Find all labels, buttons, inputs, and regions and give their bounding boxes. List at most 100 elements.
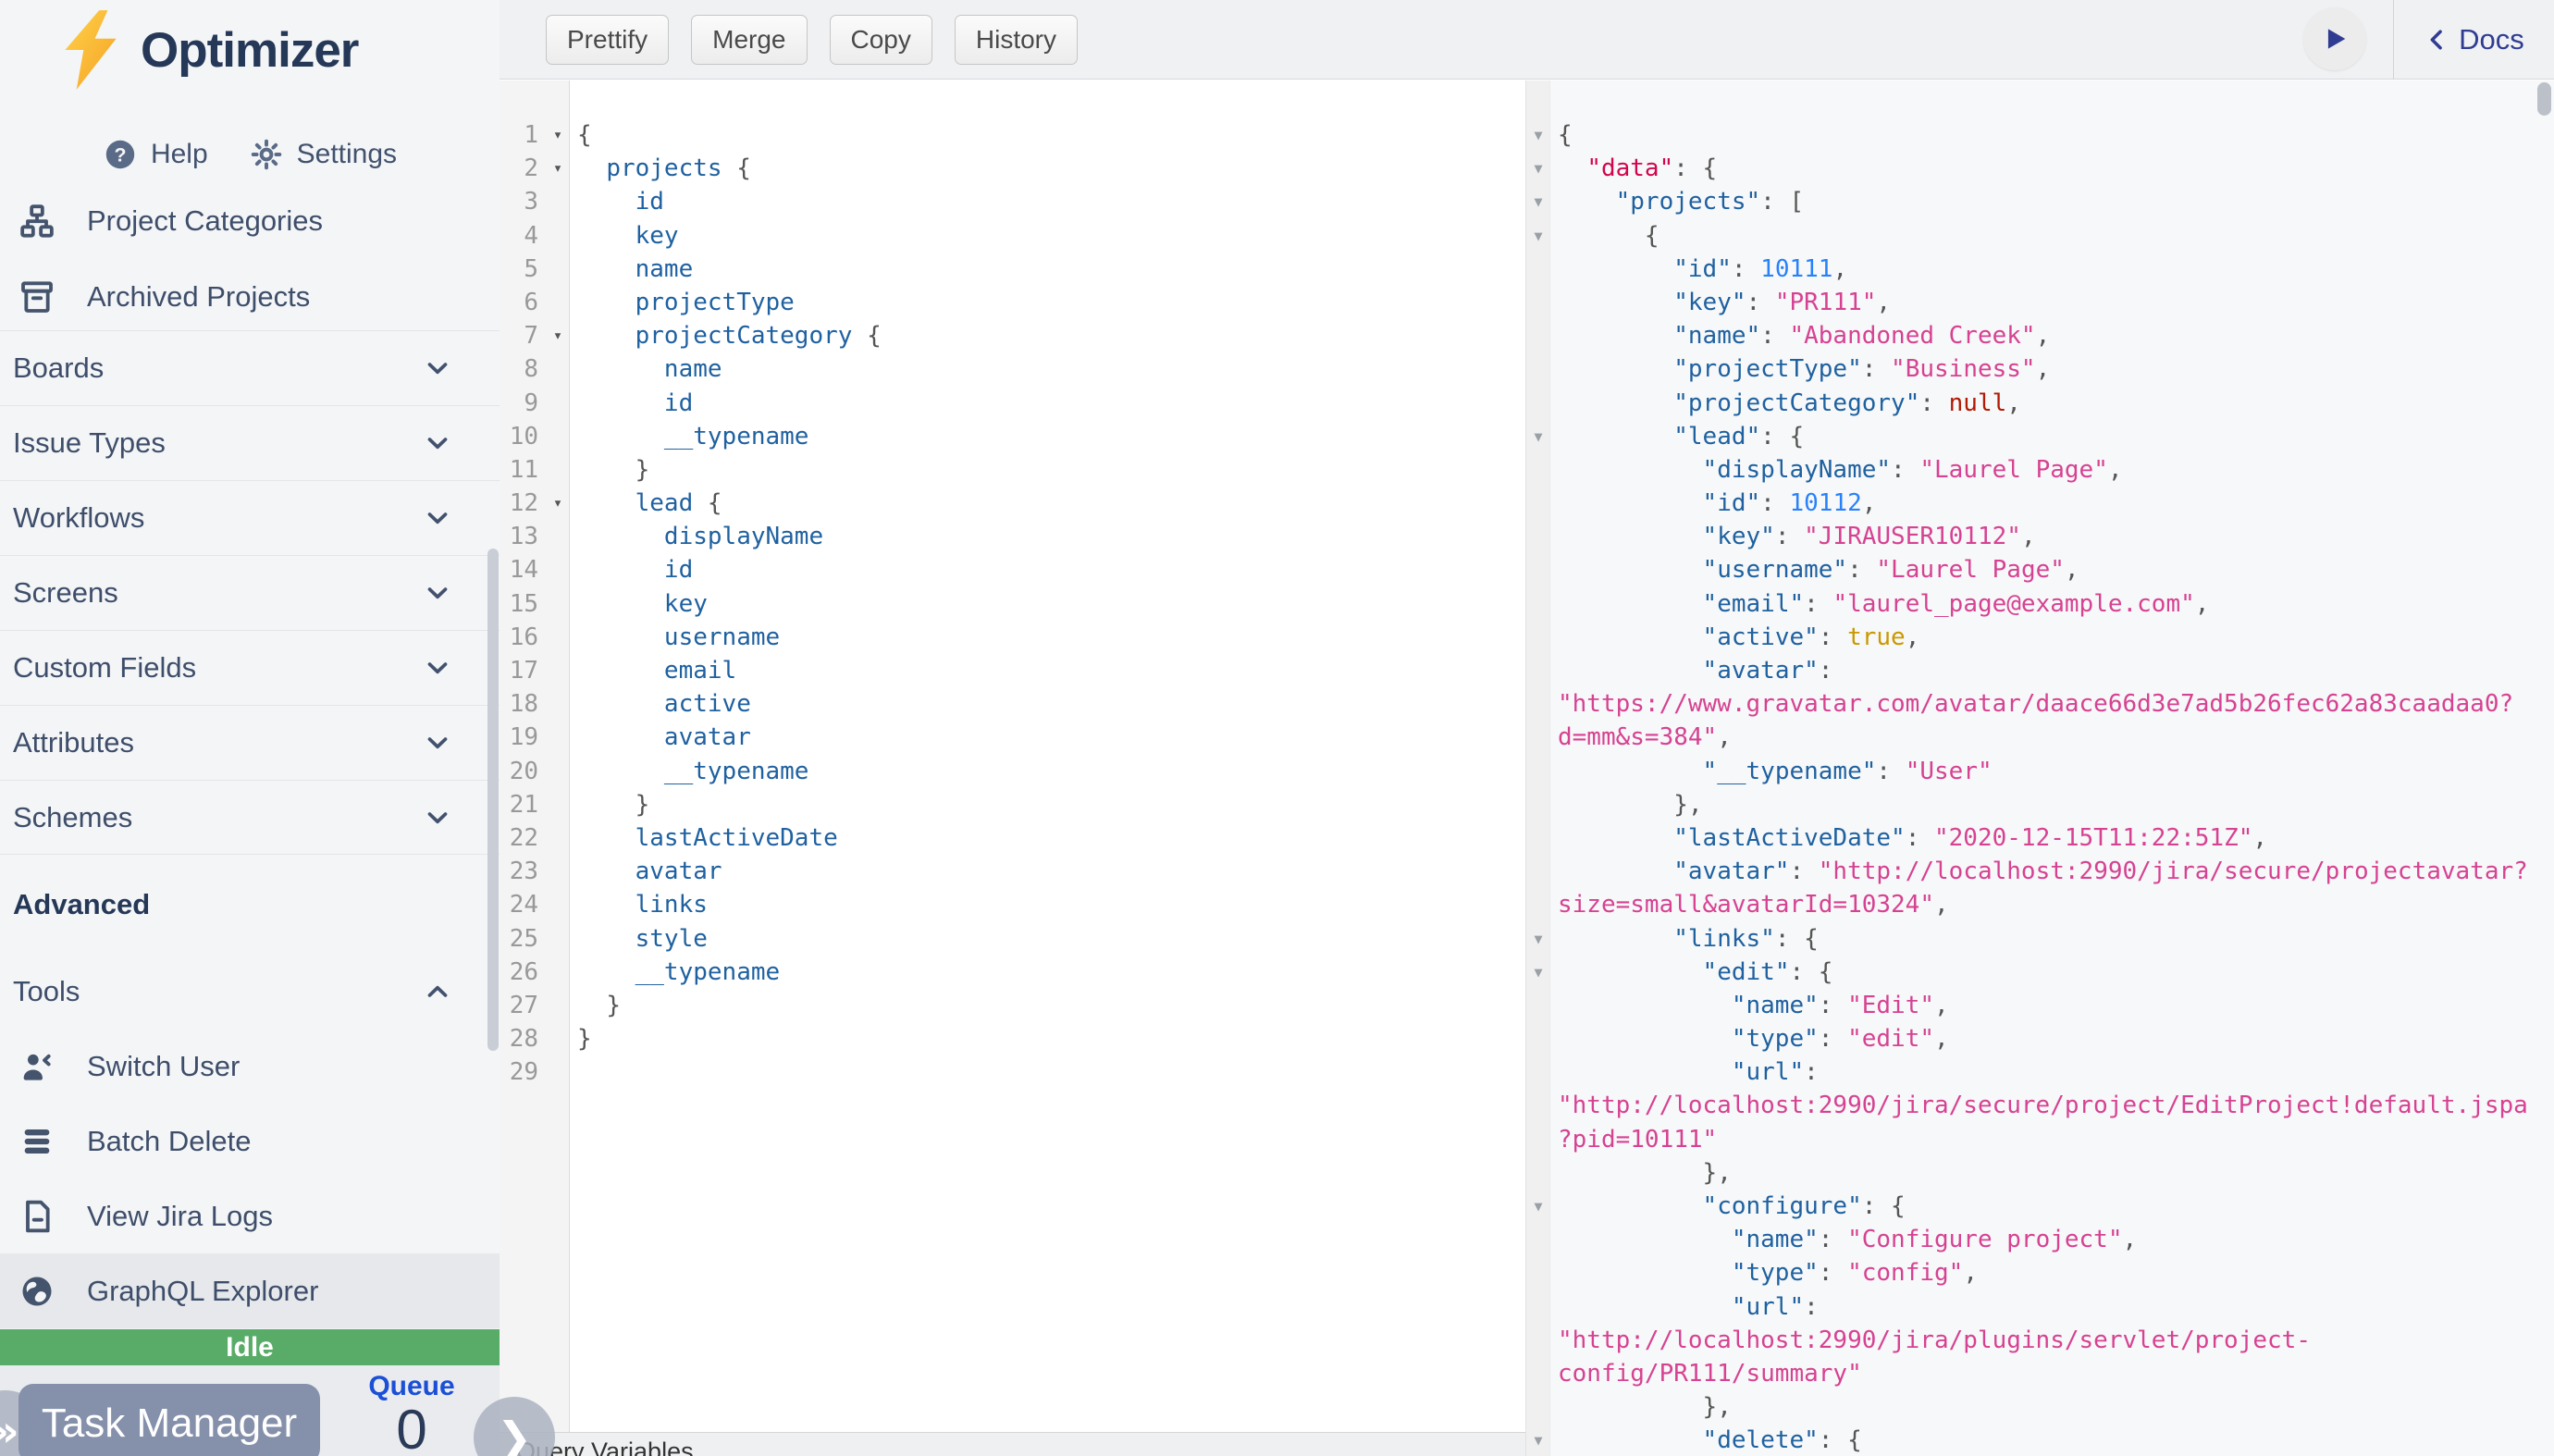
fold-arrow-icon[interactable]	[546, 453, 570, 487]
fold-arrow-icon[interactable]	[546, 1055, 570, 1089]
fold-arrow-icon[interactable]: ▼	[1526, 1190, 1550, 1223]
editor-line[interactable]: 24 links	[500, 888, 1526, 921]
fold-arrow-icon[interactable]	[546, 420, 570, 453]
query-variables-bar[interactable]: Query Variables	[500, 1432, 1525, 1456]
editor-line[interactable]: 2▾ projects {	[500, 152, 1526, 185]
fold-arrow-icon[interactable]	[546, 922, 570, 956]
fold-arrow-icon[interactable]	[546, 520, 570, 553]
help-button[interactable]: ? Help	[103, 137, 208, 172]
fold-arrow-icon[interactable]: ▼	[1526, 219, 1550, 253]
editor-line[interactable]: 28}	[500, 1022, 1526, 1055]
fold-arrow-icon[interactable]: ▾	[546, 118, 570, 152]
fold-arrow-icon[interactable]	[546, 654, 570, 687]
sidebar-section-screens[interactable]: Screens	[0, 555, 500, 630]
editor-line[interactable]: 4 key	[500, 219, 1526, 253]
sidebar-item-tools[interactable]: Tools	[0, 955, 500, 1029]
fold-arrow-icon[interactable]: ▼	[1526, 185, 1550, 218]
fold-arrow-icon[interactable]	[546, 185, 570, 218]
fold-arrow-icon[interactable]: ▾	[546, 152, 570, 185]
history-button[interactable]: History	[955, 15, 1078, 65]
editor-line[interactable]: 14 id	[500, 553, 1526, 586]
sidebar-item-project-categories[interactable]: Project Categories	[0, 183, 500, 259]
editor-line[interactable]: 16 username	[500, 621, 1526, 654]
editor-line[interactable]: 26 __typename	[500, 956, 1526, 989]
response-scrollbar[interactable]	[2537, 82, 2551, 116]
docs-button[interactable]: Docs	[2393, 0, 2554, 80]
fold-arrow-icon[interactable]	[1526, 1256, 1550, 1289]
query-editor[interactable]: 1▾{2▾ projects {3 id4 key5 name6 project…	[500, 80, 1526, 1456]
fold-arrow-icon[interactable]	[1526, 788, 1550, 821]
sidebar-item-switch-user[interactable]: Switch User	[0, 1029, 500, 1104]
fold-arrow-icon[interactable]	[1526, 352, 1550, 386]
sidebar-section-custom-fields[interactable]: Custom Fields	[0, 630, 500, 705]
fold-arrow-icon[interactable]: ▼	[1526, 118, 1550, 152]
fold-arrow-icon[interactable]	[546, 721, 570, 754]
fold-arrow-icon[interactable]	[1526, 587, 1550, 621]
fold-arrow-icon[interactable]	[1526, 319, 1550, 352]
fold-arrow-icon[interactable]	[1526, 654, 1550, 687]
fold-arrow-icon[interactable]	[546, 755, 570, 788]
editor-line[interactable]: 13 displayName	[500, 520, 1526, 553]
fold-arrow-icon[interactable]	[546, 821, 570, 855]
editor-line[interactable]: 15 key	[500, 587, 1526, 621]
editor-line[interactable]: 29	[500, 1055, 1526, 1089]
fold-arrow-icon[interactable]	[1526, 1022, 1550, 1055]
sidebar-section-boards[interactable]: Boards	[0, 330, 500, 405]
fold-arrow-icon[interactable]	[1526, 687, 1550, 721]
fold-arrow-icon[interactable]	[1526, 253, 1550, 286]
fold-arrow-icon[interactable]	[1526, 755, 1550, 788]
fold-arrow-icon[interactable]	[546, 621, 570, 654]
fold-arrow-icon[interactable]	[1526, 520, 1550, 553]
fold-arrow-icon[interactable]	[1526, 721, 1550, 754]
editor-line[interactable]: 9 id	[500, 387, 1526, 420]
editor-line[interactable]: 23 avatar	[500, 855, 1526, 888]
fold-arrow-icon[interactable]	[546, 956, 570, 989]
fold-arrow-icon[interactable]	[546, 587, 570, 621]
editor-line[interactable]: 11 }	[500, 453, 1526, 487]
fold-arrow-icon[interactable]	[1526, 1357, 1550, 1390]
fold-arrow-icon[interactable]: ▼	[1526, 922, 1550, 956]
prettify-button[interactable]: Prettify	[546, 15, 669, 65]
editor-line[interactable]: 18 active	[500, 687, 1526, 721]
fold-arrow-icon[interactable]	[1526, 1089, 1550, 1122]
sidebar-item-graphql-explorer[interactable]: GraphQL Explorer	[0, 1253, 500, 1328]
fold-arrow-icon[interactable]: ▼	[1526, 152, 1550, 185]
editor-line[interactable]: 27 }	[500, 989, 1526, 1022]
fold-arrow-icon[interactable]: ▼	[1526, 420, 1550, 453]
fold-arrow-icon[interactable]	[546, 1022, 570, 1055]
fold-arrow-icon[interactable]	[1526, 855, 1550, 888]
fold-arrow-icon[interactable]	[1526, 1390, 1550, 1424]
task-manager-button[interactable]: Task Manager	[19, 1384, 320, 1456]
merge-button[interactable]: Merge	[691, 15, 807, 65]
sidebar-item-view-jira-logs[interactable]: View Jira Logs	[0, 1178, 500, 1253]
fold-arrow-icon[interactable]	[1526, 621, 1550, 654]
fold-arrow-icon[interactable]	[546, 352, 570, 386]
editor-line[interactable]: 22 lastActiveDate	[500, 821, 1526, 855]
fold-arrow-icon[interactable]	[1526, 1156, 1550, 1190]
fold-arrow-icon[interactable]: ▼	[1526, 1424, 1550, 1456]
fold-arrow-icon[interactable]	[1526, 989, 1550, 1022]
sidebar-section-attributes[interactable]: Attributes	[0, 705, 500, 780]
sidebar-section-issue-types[interactable]: Issue Types	[0, 405, 500, 480]
copy-button[interactable]: Copy	[830, 15, 932, 65]
editor-line[interactable]: 8 name	[500, 352, 1526, 386]
fold-arrow-icon[interactable]	[1526, 1324, 1550, 1357]
fold-arrow-icon[interactable]	[1526, 1055, 1550, 1089]
fold-arrow-icon[interactable]	[546, 219, 570, 253]
editor-line[interactable]: 1▾{	[500, 118, 1526, 152]
fold-arrow-icon[interactable]	[1526, 453, 1550, 487]
editor-line[interactable]: 19 avatar	[500, 721, 1526, 754]
editor-line[interactable]: 12▾ lead {	[500, 487, 1526, 520]
sidebar-section-schemes[interactable]: Schemes	[0, 780, 500, 855]
fold-arrow-icon[interactable]	[1526, 1123, 1550, 1156]
fold-arrow-icon[interactable]	[1526, 888, 1550, 921]
editor-line[interactable]: 17 email	[500, 654, 1526, 687]
fold-arrow-icon[interactable]	[1526, 553, 1550, 586]
fold-arrow-icon[interactable]	[1526, 1223, 1550, 1256]
fold-arrow-icon[interactable]	[546, 553, 570, 586]
fold-arrow-icon[interactable]	[1526, 1290, 1550, 1324]
editor-line[interactable]: 10 __typename	[500, 420, 1526, 453]
fold-arrow-icon[interactable]	[546, 888, 570, 921]
fold-arrow-icon[interactable]	[1526, 487, 1550, 520]
editor-line[interactable]: 7▾ projectCategory {	[500, 319, 1526, 352]
